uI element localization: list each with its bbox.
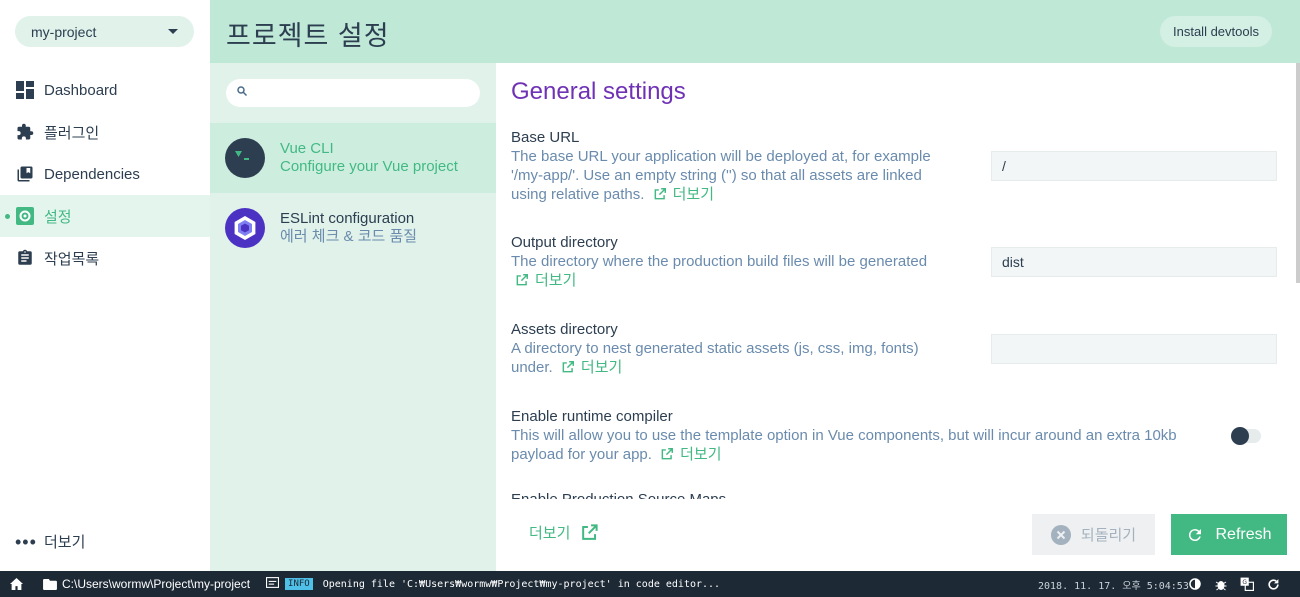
sidebar-more[interactable]: ••• 더보기 [15, 531, 85, 552]
settings-icon [15, 206, 35, 226]
config-item-vue-cli[interactable]: Vue CLI Configure your Vue project [210, 123, 496, 193]
external-link-icon [582, 524, 599, 540]
more-info-link[interactable]: 더보기 [511, 272, 576, 289]
chevron-down-icon [168, 29, 178, 34]
runtime-compiler-toggle[interactable] [1231, 427, 1261, 445]
configuration-list: Vue CLI Configure your Vue project ESLin… [210, 63, 496, 571]
dark-mode-icon[interactable] [1188, 577, 1202, 591]
library-icon [15, 164, 35, 184]
section-title: General settings [511, 78, 686, 105]
project-selector[interactable]: my-project [15, 16, 194, 47]
config-item-subtitle: 에러 체크 & 코드 품질 [280, 228, 418, 245]
more-info-label: 더보기 [672, 186, 714, 203]
svg-text:G: G [1242, 580, 1247, 586]
setting-description: The base URL your application will be de… [511, 148, 931, 203]
sidebar-item-label: 플러그인 [44, 124, 100, 142]
refresh-icon [1189, 528, 1202, 541]
more-info-link[interactable]: 더보기 [529, 522, 599, 543]
setting-label: Enable runtime compiler [511, 408, 673, 425]
log-message[interactable]: Opening file 'C:₩Users₩wormw₩Project₩my-… [323, 579, 720, 590]
eslint-icon [225, 208, 265, 248]
external-link-icon [516, 274, 528, 286]
project-selector-value: my-project [31, 23, 97, 40]
setting-runtime-compiler: Enable runtime compiler This will allow … [511, 407, 1271, 464]
refresh-label: Refresh [1215, 525, 1272, 543]
revert-button[interactable]: 되돌리기 [1032, 514, 1155, 555]
external-link-icon [654, 188, 666, 200]
setting-description: The directory where the production build… [511, 253, 928, 270]
config-item-eslint[interactable]: ESLint configuration 에러 체크 & 코드 품질 [210, 193, 496, 263]
more-info-label: 더보기 [529, 525, 571, 542]
sidebar-item-label: Dependencies [44, 165, 140, 183]
sidebar-more-label: 더보기 [44, 534, 86, 551]
search-icon [236, 84, 248, 102]
setting-label-cut-off: Enable Production Source Maps [511, 491, 726, 499]
assets-directory-input[interactable] [991, 334, 1277, 364]
external-link-icon [661, 448, 674, 460]
bug-report-icon[interactable] [1214, 577, 1228, 591]
refresh-icon[interactable] [1266, 577, 1280, 591]
more-info-label: 더보기 [580, 359, 623, 376]
folder-icon [43, 578, 57, 590]
more-info-link[interactable]: 더보기 [656, 446, 722, 463]
sidebar-nav: Dashboard 플러그인 Dependencies 설정 작업목록 [0, 69, 210, 279]
console-icon[interactable] [266, 577, 280, 591]
log-level-badge: INFO [285, 578, 313, 590]
header: 프로젝트 설정 Install devtools [210, 0, 1300, 63]
more-info-link[interactable]: 더보기 [557, 359, 622, 376]
sidebar-item-tasks[interactable]: 작업목록 [0, 237, 210, 279]
setting-label: Base URL [511, 129, 580, 146]
refresh-button[interactable]: Refresh [1171, 514, 1287, 555]
revert-label: 되돌리기 [1080, 527, 1137, 544]
search-input[interactable] [226, 79, 480, 107]
scrollbar[interactable] [1294, 63, 1300, 499]
config-item-title: ESLint configuration [280, 210, 415, 227]
assignment-icon [15, 248, 35, 268]
page-title: 프로젝트 설정 [226, 21, 390, 51]
base-url-input[interactable]: / [991, 151, 1277, 181]
cancel-icon [1050, 524, 1071, 545]
install-devtools-button[interactable]: Install devtools [1160, 16, 1272, 47]
config-item-subtitle: Configure your Vue project [280, 158, 458, 175]
home-icon[interactable] [9, 577, 23, 591]
project-path[interactable]: C:\Users\wormw\Project\my-project [33, 577, 250, 591]
timestamp: 2018. 11. 17. 오후 5:04:53 [1038, 580, 1189, 592]
vue-cli-icon [225, 138, 265, 178]
translate-icon[interactable]: G [1240, 577, 1254, 591]
more-horiz-icon: ••• [15, 531, 37, 552]
project-path-text: C:\Users\wormw\Project\my-project [62, 577, 251, 591]
sidebar-item-label: 설정 [44, 208, 72, 226]
status-bar: C:\Users\wormw\Project\my-project INFO O… [0, 571, 1300, 597]
settings-content: General settings Base URL The base URL y… [496, 63, 1300, 499]
extension-icon [15, 122, 35, 142]
sidebar: my-project Dashboard 플러그인 Dependencies 설… [0, 0, 210, 571]
setting-description: This will allow you to use the template … [511, 427, 1177, 463]
toggle-knob [1231, 427, 1249, 445]
sidebar-item-dashboard[interactable]: Dashboard [0, 69, 210, 111]
sidebar-item-plugins[interactable]: 플러그인 [0, 111, 210, 153]
sidebar-item-label: 작업목록 [44, 250, 100, 268]
more-info-label: 더보기 [680, 446, 722, 463]
external-link-icon [562, 361, 574, 373]
dashboard-icon [15, 80, 35, 100]
output-directory-input[interactable]: dist [991, 247, 1277, 277]
actions-bar: 더보기 되돌리기 Refresh [496, 499, 1300, 571]
sidebar-item-dependencies[interactable]: Dependencies [0, 153, 210, 195]
sidebar-item-settings[interactable]: 설정 [0, 195, 210, 237]
more-info-label: 더보기 [535, 272, 577, 289]
scrollbar-thumb[interactable] [1296, 63, 1300, 283]
more-info-link[interactable]: 더보기 [649, 186, 714, 203]
sidebar-item-label: Dashboard [44, 81, 118, 99]
config-item-title: Vue CLI [280, 140, 334, 157]
